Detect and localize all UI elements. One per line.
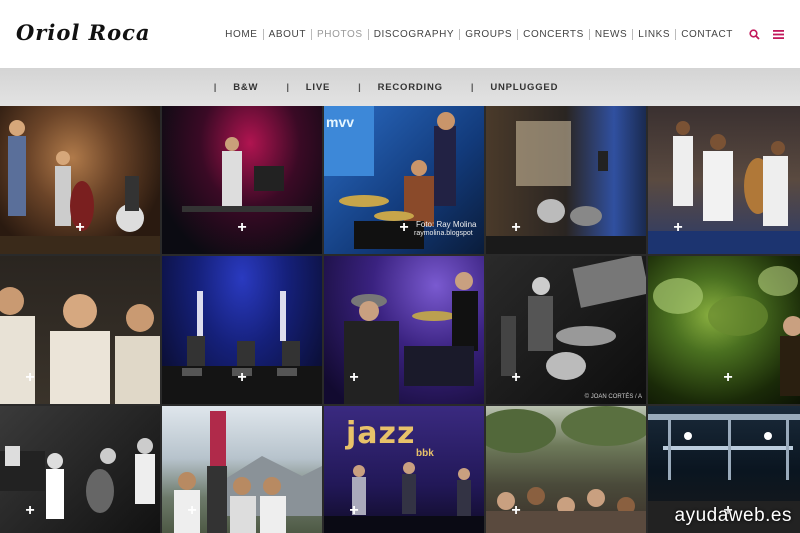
photo-credit: © JOAN CORTÉS / A [584,394,642,400]
photo-credit-url: raymolina.blogspot [414,230,473,237]
menu-icon[interactable] [770,27,786,41]
expand-icon[interactable]: + [22,370,38,386]
photo-credit: Foto: Ray Molina [416,220,477,229]
filter-bw[interactable]: B&W [233,82,258,93]
nav-news[interactable]: NEWS [590,28,634,40]
photo-tile[interactable]: + [648,106,800,254]
expand-icon[interactable]: + [508,503,524,519]
photo-tile[interactable]: + [162,256,322,404]
expand-icon[interactable]: + [22,503,38,519]
nav-groups[interactable]: GROUPS [460,28,519,40]
filter-separator: | [358,81,362,93]
expand-icon[interactable]: + [234,220,250,236]
photo-tile[interactable]: © JOAN CORTÉS / A + [486,256,646,404]
expand-icon[interactable]: + [720,370,736,386]
search-icon[interactable] [746,27,762,41]
nav-about[interactable]: ABOUT [264,28,313,40]
nav-links[interactable]: LINKS [633,28,677,40]
nav-contact[interactable]: CONTACT [676,29,738,40]
expand-icon[interactable]: + [508,370,524,386]
photo-tile[interactable]: jazz bbk + [324,406,484,533]
filter-recording[interactable]: RECORDING [378,82,443,93]
site-header: Oriol Roca HOME ABOUT PHOTOS DISCOGRAPHY… [0,0,800,68]
site-logo[interactable]: Oriol Roca [16,20,150,45]
nav-photos[interactable]: PHOTOS [312,28,369,40]
site-watermark: ayudaweb.es [674,505,792,526]
filter-separator: | [470,81,475,93]
filter-live[interactable]: LIVE [306,82,330,93]
filter-separator: | [213,81,218,93]
filter-separator: | [286,81,290,93]
photo-tile[interactable]: + [324,256,484,404]
main-nav: HOME ABOUT PHOTOS DISCOGRAPHY GROUPS CON… [220,27,786,41]
expand-icon[interactable]: + [72,220,88,236]
expand-icon[interactable]: + [234,370,250,386]
expand-icon[interactable]: + [508,220,524,236]
expand-icon[interactable]: + [346,370,362,386]
banner-text: mvv [326,114,355,130]
nav-discography[interactable]: DISCOGRAPHY [369,28,461,40]
photo-tile[interactable]: + [0,106,160,254]
expand-icon[interactable]: + [184,503,200,519]
nav-home[interactable]: HOME [220,28,264,40]
photo-tile[interactable]: + [0,256,160,404]
photo-tile[interactable]: + [0,406,160,533]
photo-tile[interactable]: + [648,256,800,404]
photo-tile[interactable]: + [162,106,322,254]
photo-tile[interactable]: + [486,106,646,254]
expand-icon[interactable]: + [670,220,686,236]
expand-icon[interactable]: + [346,503,362,519]
photo-tile[interactable]: + [162,406,322,533]
nav-concerts[interactable]: CONCERTS [518,28,590,40]
photo-tile[interactable]: mvv Foto: Ray Molina raymolina.blogspot … [324,106,484,254]
expand-icon[interactable]: + [396,220,412,236]
photo-gallery: + + mvv Foto: Ray Molina raymolina.blogs… [0,106,800,533]
photo-filter-bar: | B&W | LIVE | RECORDING | UNPLUGGED [0,68,800,106]
filter-unplugged[interactable]: UNPLUGGED [490,82,558,93]
photo-tile[interactable]: + [486,406,646,533]
